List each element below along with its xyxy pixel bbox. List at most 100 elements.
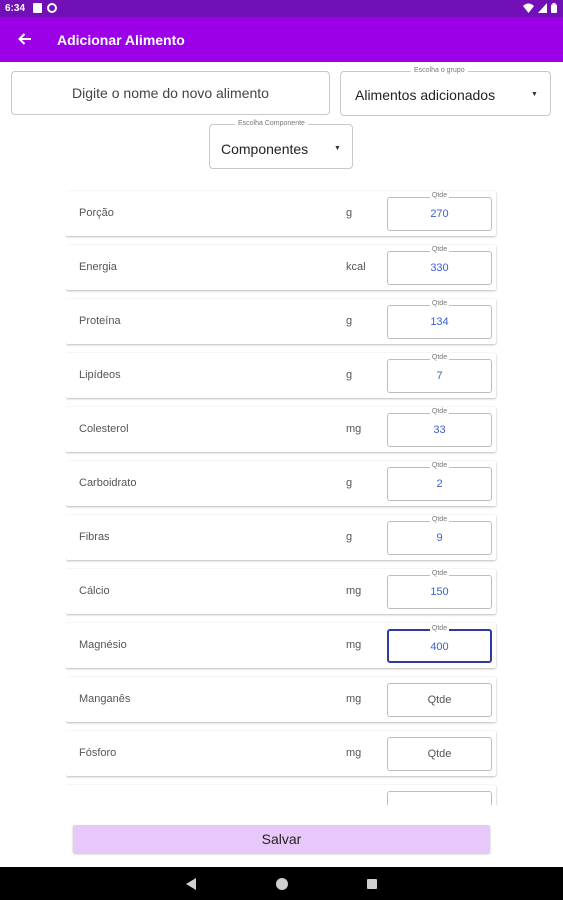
quantity-input[interactable]: Qtde (387, 737, 492, 771)
nutrient-unit: g (346, 207, 353, 219)
nutrient-row: Colesterol mg Qtde 33 (66, 407, 496, 452)
quantity-label-text: Qtde (429, 516, 450, 523)
quantity-value: 33 (433, 424, 446, 436)
quantity-value: 330 (430, 262, 449, 274)
quantity-input[interactable]: Qtde 9 (387, 516, 492, 555)
status-time: 6:34 (5, 3, 26, 14)
signal-icon (538, 3, 547, 13)
nutrient-row: Cálcio mg Qtde 150 (66, 569, 496, 614)
quantity-value: 2 (436, 478, 443, 490)
quantity-value: 150 (430, 586, 449, 598)
quantity-label-text: Qtde (429, 408, 450, 415)
quantity-input[interactable]: Qtde 270 (387, 192, 492, 231)
arrow-left-icon (18, 33, 31, 45)
quantity-label: Qtde (388, 462, 491, 469)
quantity-input[interactable]: Qtde 400 (387, 625, 492, 663)
back-button[interactable] (14, 29, 36, 51)
nutrient-unit: mg (346, 639, 362, 651)
caret-down-icon: ▼ (334, 145, 341, 152)
nutrient-row (66, 785, 496, 805)
quantity-input[interactable]: Qtde 330 (387, 246, 492, 285)
nutrient-row: Lipídeos g Qtde 7 (66, 353, 496, 398)
component-select-legend: Escolha Componente (235, 120, 308, 127)
navigation-bar (0, 867, 563, 900)
notification-icons (33, 3, 57, 13)
quantity-label: Qtde (388, 408, 491, 415)
nutrient-row: Manganês mg Qtde (66, 677, 496, 722)
quantity-label-text: Qtde (429, 354, 450, 361)
nutrient-unit: mg (346, 423, 362, 435)
nutrient-unit: g (346, 315, 353, 327)
nutrient-unit: g (346, 369, 353, 381)
nutrient-unit: g (346, 531, 353, 543)
nutrient-name: Proteína (79, 315, 121, 327)
component-select-value: Componentes (221, 141, 309, 157)
wifi-icon (523, 3, 534, 13)
nutrient-name: Magnésio (79, 639, 127, 651)
sync-icon (47, 3, 57, 13)
nutrient-unit: kcal (346, 261, 366, 273)
nutrient-name: Colesterol (79, 423, 129, 435)
nav-back-icon[interactable] (186, 878, 196, 890)
nav-recents-icon[interactable] (367, 879, 377, 889)
quantity-placeholder: Qtde (427, 694, 452, 706)
quantity-label: Qtde (388, 192, 491, 199)
food-name-input[interactable] (11, 71, 330, 115)
nutrient-row: Fósforo mg Qtde (66, 731, 496, 776)
nutrient-row: Fibras g Qtde 9 (66, 515, 496, 560)
quantity-value: 134 (430, 316, 449, 328)
quantity-input[interactable]: Qtde 7 (387, 354, 492, 393)
nutrient-row: Proteína g Qtde 134 (66, 299, 496, 344)
nutrient-name: Manganês (79, 693, 131, 705)
quantity-label: Qtde (389, 625, 490, 632)
group-select[interactable]: Escolha o grupo Alimentos adicionados ▼ (340, 67, 551, 116)
quantity-label-text: Qtde (429, 300, 450, 307)
quantity-input[interactable] (387, 791, 492, 805)
quantity-placeholder: Qtde (427, 748, 452, 760)
group-select-value: Alimentos adicionados (355, 87, 496, 103)
quantity-value: 400 (430, 641, 449, 653)
app-bar: Adicionar Alimento (0, 17, 563, 62)
quantity-label-text: Qtde (429, 462, 450, 469)
nutrient-name: Energia (79, 261, 117, 273)
quantity-input[interactable]: Qtde 150 (387, 570, 492, 609)
nutrient-name: Lipídeos (79, 369, 121, 381)
nutrient-row: Energia kcal Qtde 330 (66, 245, 496, 290)
nutrient-row: Carboidrato g Qtde 2 (66, 461, 496, 506)
nutrient-name: Carboidrato (79, 477, 137, 489)
nutrient-list[interactable]: Porção g Qtde 270 Energia kcal Qtde 330 Proteína… (66, 188, 498, 805)
nutrient-row: Magnésio mg Qtde 400 (66, 623, 496, 668)
system-icons (523, 3, 557, 13)
quantity-label-text: Qtde (429, 192, 450, 199)
caret-down-icon: ▼ (531, 91, 538, 98)
save-button[interactable]: Salvar (73, 825, 490, 853)
nutrient-unit: g (346, 477, 353, 489)
quantity-label-text: Qtde (429, 625, 450, 632)
nav-home-icon[interactable] (276, 878, 288, 890)
page-title: Adicionar Alimento (57, 32, 185, 48)
battery-icon (551, 3, 557, 13)
nutrient-row: Porção g Qtde 270 (66, 191, 496, 236)
nutrient-unit: mg (346, 585, 362, 597)
sd-card-icon (33, 3, 42, 13)
quantity-input[interactable]: Qtde 134 (387, 300, 492, 339)
quantity-value: 270 (430, 208, 449, 220)
nutrient-unit: mg (346, 747, 362, 759)
nutrient-name: Fibras (79, 531, 110, 543)
nutrient-name: Cálcio (79, 585, 110, 597)
group-select-legend: Escolha o grupo (411, 67, 468, 74)
quantity-input[interactable]: Qtde 2 (387, 462, 492, 501)
nutrient-name: Porção (79, 207, 114, 219)
quantity-label: Qtde (388, 246, 491, 253)
quantity-label: Qtde (388, 300, 491, 307)
nutrient-unit: mg (346, 693, 362, 705)
component-select[interactable]: Escolha Componente Componentes ▼ (209, 120, 353, 169)
quantity-input[interactable]: Qtde 33 (387, 408, 492, 447)
quantity-label-text: Qtde (429, 246, 450, 253)
nutrient-name: Fósforo (79, 747, 117, 759)
quantity-input[interactable]: Qtde (387, 683, 492, 717)
quantity-label: Qtde (388, 516, 491, 523)
quantity-label: Qtde (388, 354, 491, 361)
quantity-label: Qtde (388, 570, 491, 577)
quantity-label-text: Qtde (429, 570, 450, 577)
